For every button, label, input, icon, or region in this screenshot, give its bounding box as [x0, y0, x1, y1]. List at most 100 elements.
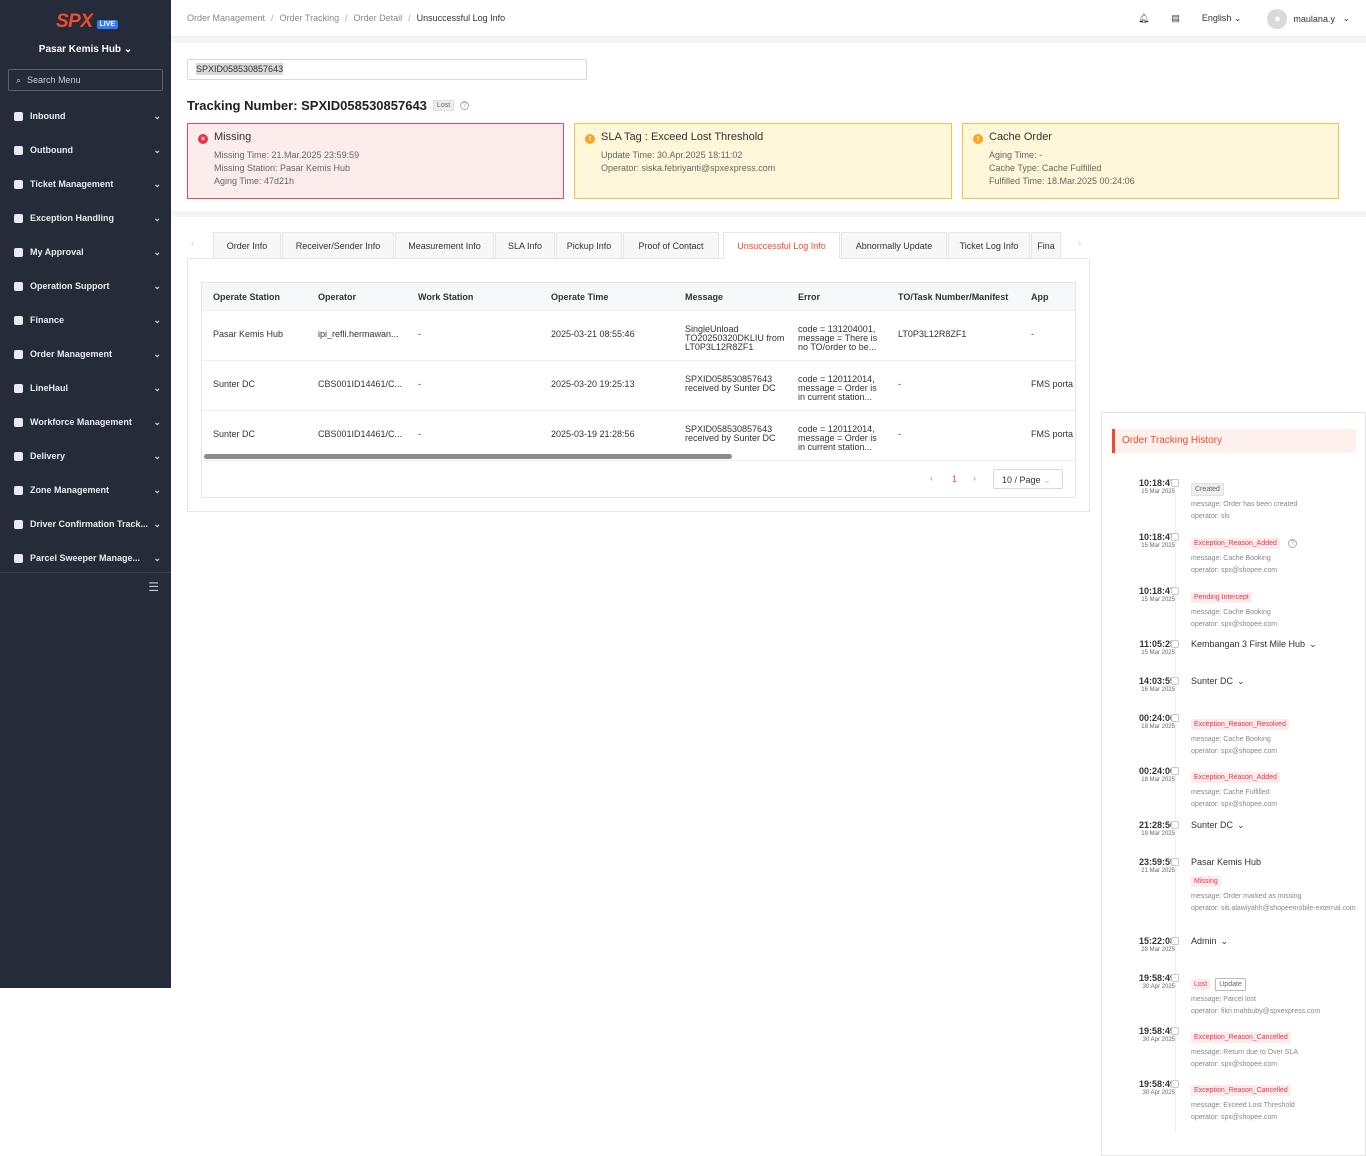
hub-selector[interactable]: Pasar Kemis Hub ⌄ — [0, 44, 171, 55]
main-content: SPXID058530857643 Tracking Number: SPXID… — [171, 37, 1366, 1156]
tab-sla-info[interactable]: SLA Info — [495, 232, 555, 258]
breadcrumb-separator: / — [345, 13, 348, 23]
event-location[interactable]: Sunter DC ⌄ — [1191, 676, 1361, 687]
table-cell: FMS porta — [1031, 430, 1074, 439]
sidebar-item-linehaul[interactable]: LineHaul ⌄ — [0, 371, 171, 405]
missing-card: × Missing Missing Time: 21.Mar.2025 23:5… — [187, 123, 564, 199]
sidebar-item-order-management[interactable]: Order Management ⌄ — [0, 337, 171, 371]
breadcrumb-separator: / — [408, 13, 411, 23]
tab-abnormally-update[interactable]: Abnormally Update — [841, 232, 947, 258]
event-icon — [1171, 974, 1179, 982]
tracking-number-label: Tracking Number: SPXID058530857643 — [187, 98, 427, 113]
badge-row: Missing — [1191, 870, 1361, 888]
sidebar-item-zone-management[interactable]: Zone Management ⌄ — [0, 473, 171, 507]
bell-icon[interactable]: 🔔︎ — [1138, 13, 1149, 24]
tab-order-info[interactable]: Order Info — [213, 232, 281, 258]
event-content: Created message: Order has been created op… — [1191, 478, 1361, 523]
menu-item-icon — [14, 519, 23, 529]
sidebar-item-label: My Approval — [30, 247, 84, 257]
sidebar-item-label: Order Management — [30, 349, 113, 359]
sidebar-item-exception-handling[interactable]: Exception Handling ⌄ — [0, 201, 171, 235]
sidebar-item-ticket-management[interactable]: Ticket Management ⌄ — [0, 167, 171, 201]
breadcrumb-separator: / — [271, 13, 274, 23]
update-badge[interactable]: Update — [1215, 978, 1246, 991]
sidebar-item-inbound[interactable]: Inbound ⌄ — [0, 99, 171, 133]
event-badge: Exception_Reason_Added — [1191, 772, 1280, 783]
tab-fina[interactable]: Fina — [1031, 232, 1061, 258]
help-icon[interactable]: ? — [1287, 539, 1297, 548]
event-content: Exception_Reason_Resolved message: Cache … — [1191, 713, 1361, 758]
chevron-down-icon: ⌄ — [153, 178, 161, 189]
sidebar-item-label: Parcel Sweeper Manage... — [30, 553, 141, 563]
search-menu-input[interactable]: ⌕ Search Menu — [8, 69, 163, 91]
sla-tag-card: ! SLA Tag : Exceed Lost Threshold Update… — [574, 123, 952, 199]
breadcrumb-item[interactable]: Order Detail — [354, 13, 403, 23]
event-message: operator: spx@shopee.com — [1191, 1114, 1278, 1121]
language-label: English — [1201, 13, 1232, 23]
language-selector[interactable]: English ⌄ — [1202, 13, 1242, 24]
tab-receiver-sender-info[interactable]: Receiver/Sender Info — [282, 232, 394, 258]
sidebar-item-operation-support[interactable]: Operation Support ⌄ — [0, 269, 171, 303]
breadcrumb-item[interactable]: Order Management — [187, 13, 265, 23]
page-number[interactable]: 1 — [952, 474, 957, 484]
order-tracking-history: Order Tracking History 10:18:47 15 Mar 20… — [1101, 412, 1366, 1156]
table-row[interactable]: Pasar Kemis Hub ipi_refli.hermawan... - 202… — [202, 311, 1075, 361]
event-icon — [1171, 640, 1179, 648]
sidebar-item-driver-confirmation-track[interactable]: Driver Confirmation Track... ⌄ — [0, 507, 171, 541]
table-cell: - — [898, 380, 901, 389]
sidebar-item-delivery[interactable]: Delivery ⌄ — [0, 439, 171, 473]
menu-item-icon — [14, 213, 23, 223]
next-page-icon[interactable]: › — [973, 473, 976, 483]
tracking-search-input[interactable]: SPXID058530857643 — [187, 59, 587, 80]
event-message: operator: spx@shopee.com — [1191, 748, 1278, 755]
event-time: 21:28:56 — [1138, 820, 1175, 830]
prev-page-icon[interactable]: ‹ — [930, 473, 933, 483]
sidebar-item-finance[interactable]: Finance ⌄ — [0, 303, 171, 337]
table-row[interactable]: Sunter DC CBS001ID14461/C... - 2025-03-20 1… — [202, 361, 1075, 411]
spx-logo[interactable]: SPX LIVE — [56, 11, 119, 33]
chevron-down-icon: ⌄ — [153, 518, 161, 529]
clipboard-icon[interactable]: ▤ — [1171, 13, 1180, 24]
sidebar-item-parcel-sweeper-manage[interactable]: Parcel Sweeper Manage... ⌄ — [0, 541, 171, 575]
event-message: message: Order has been created — [1191, 501, 1298, 508]
event-location[interactable]: Admin ⌄ — [1191, 936, 1361, 947]
warning-icon: ! — [973, 134, 983, 144]
sidebar-menu: Inbound ⌄ Outbound ⌄ Ticket Management ⌄ Excep… — [0, 99, 171, 575]
sidebar-item-workforce-management[interactable]: Workforce Management ⌄ — [0, 405, 171, 439]
event-date: 18 Mar 2025 — [1141, 777, 1175, 783]
badge-row: Exception_Reason_Added? — [1191, 532, 1361, 550]
tab-proof-of-contact[interactable]: Proof of Contact — [623, 232, 719, 258]
table-cell: CBS001ID14461/C... — [318, 430, 403, 439]
tracking-search-value: SPXID058530857643 — [196, 63, 284, 75]
help-icon[interactable]: ? — [460, 101, 470, 110]
event-badge: Exception_Reason_Resolved — [1191, 719, 1289, 730]
menu-item-icon — [14, 247, 23, 257]
tab-measurement-info[interactable]: Measurement Info — [395, 232, 494, 258]
sidebar-item-outbound[interactable]: Outbound ⌄ — [0, 133, 171, 167]
event-content: Exception_Reason_Cancelled message: Excee… — [1191, 1079, 1361, 1124]
breadcrumb-item[interactable]: Order Tracking — [280, 13, 340, 23]
sidebar-item-label: Exception Handling — [30, 213, 115, 223]
event-content: Kembangan 3 First Mile Hub ⌄ — [1191, 639, 1361, 653]
horizontal-scrollbar[interactable] — [204, 454, 732, 459]
event-date: 30 Apr 2025 — [1142, 984, 1175, 990]
column-header: Work Station — [418, 292, 474, 302]
search-icon: ⌕ — [16, 74, 22, 85]
collapse-menu-icon[interactable]: ☰ — [148, 580, 159, 594]
event-message: message: Exceed Lost Threshold — [1191, 1102, 1295, 1109]
event-time: 14:03:59 — [1138, 676, 1175, 686]
table-cell: - — [418, 430, 421, 439]
card-title: SLA Tag : Exceed Lost Threshold — [601, 131, 764, 143]
tab-pickup-info[interactable]: Pickup Info — [556, 232, 622, 258]
chevron-down-icon: ⌄ — [153, 110, 161, 121]
event-icon — [1171, 533, 1179, 541]
sidebar-item-label: Finance — [30, 315, 65, 325]
sidebar-item-my-approval[interactable]: My Approval ⌄ — [0, 235, 171, 269]
page-size-select[interactable]: 10 / Page ⌄ — [993, 469, 1063, 489]
event-location[interactable]: Sunter DC ⌄ — [1191, 820, 1361, 831]
tab-ticket-log-info[interactable]: Ticket Log Info — [948, 232, 1030, 258]
chevron-down-icon: ⌄ — [153, 450, 161, 461]
user-menu[interactable]: ● maulana.y ⌄ — [1267, 8, 1350, 29]
tab-unsuccessful-log-info[interactable]: Unsuccessful Log Info — [723, 232, 840, 259]
event-location[interactable]: Kembangan 3 First Mile Hub ⌄ — [1191, 639, 1361, 650]
